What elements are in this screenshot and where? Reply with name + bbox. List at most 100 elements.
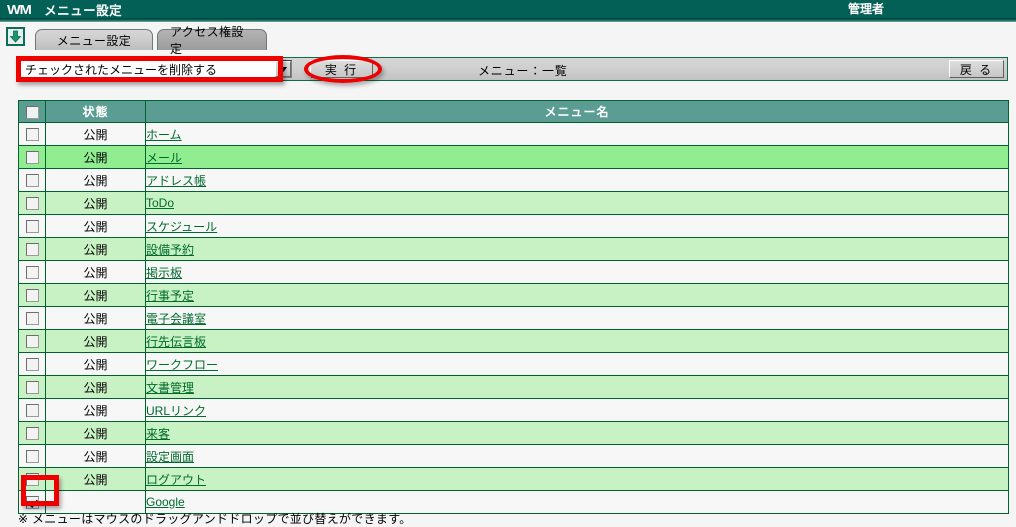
row-menu-name-cell: 文書管理 (145, 375, 1009, 399)
row-state: 公開 (45, 283, 146, 307)
row-menu-name-cell: スケジュール (145, 214, 1009, 238)
bulk-action-select[interactable]: チェックされたメニューを削除する (20, 60, 292, 78)
row-checkbox-cell[interactable] (18, 444, 46, 468)
menu-name-link[interactable]: 設備予約 (146, 243, 194, 257)
row-state: 公開 (45, 237, 146, 261)
menu-name-link[interactable]: 行事予定 (146, 289, 194, 303)
table-row[interactable]: 公開 掲示板 (18, 260, 1009, 284)
bulk-action-select-value: チェックされたメニューを削除する (25, 62, 218, 77)
menu-name-link[interactable]: 掲示板 (146, 266, 182, 280)
select-all-checkbox[interactable] (25, 105, 39, 119)
row-menu-name-cell: ログアウト (145, 467, 1009, 491)
row-checkbox[interactable] (25, 289, 39, 303)
row-menu-name-cell: メール (145, 145, 1009, 169)
menu-name-link[interactable]: スケジュール (146, 220, 217, 234)
row-checkbox-cell[interactable] (18, 191, 46, 215)
table-row[interactable]: 公開 アドレス帳 (18, 168, 1009, 192)
menu-name-link[interactable]: 文書管理 (146, 381, 194, 395)
row-checkbox-cell[interactable] (18, 467, 46, 491)
row-checkbox-cell[interactable] (18, 329, 46, 353)
row-checkbox-cell[interactable] (18, 398, 46, 422)
table-row[interactable]: 公開 行先伝言板 (18, 329, 1009, 353)
table-row[interactable]: 公開 電子会議室 (18, 306, 1009, 330)
row-checkbox-cell[interactable] (18, 283, 46, 307)
row-checkbox[interactable] (25, 473, 39, 487)
row-checkbox[interactable] (25, 151, 39, 165)
row-checkbox-cell[interactable] (18, 375, 46, 399)
table-row[interactable]: 公開 ToDo (18, 191, 1009, 215)
row-checkbox-cell[interactable] (18, 237, 46, 261)
row-state: 公開 (45, 145, 146, 169)
table-row[interactable]: 公開 設定画面 (18, 444, 1009, 468)
row-checkbox[interactable] (25, 381, 39, 395)
table-row[interactable]: 公開 ログアウト (18, 467, 1009, 491)
row-checkbox[interactable] (25, 358, 39, 372)
menu-name-link[interactable]: アドレス帳 (146, 174, 206, 188)
menu-name-link[interactable]: 設定画面 (146, 450, 194, 464)
wm-logo: WM (7, 1, 32, 17)
row-menu-name-cell: ToDo (145, 191, 1009, 215)
row-checkbox-cell[interactable] (18, 421, 46, 445)
row-checkbox[interactable] (25, 404, 39, 418)
execute-button-label: 実 行 (324, 62, 359, 77)
collapse-panel-button[interactable] (6, 27, 25, 46)
column-header-select-all[interactable] (18, 100, 46, 123)
menu-name-link[interactable]: Google (146, 495, 185, 509)
back-button[interactable]: 戻 る (949, 60, 1004, 78)
row-checkbox[interactable] (25, 266, 39, 280)
table-row[interactable]: 公開 ホーム (18, 122, 1009, 146)
row-menu-name-cell: 行事予定 (145, 283, 1009, 307)
row-checkbox[interactable] (25, 450, 39, 464)
table-row[interactable]: 公開 行事予定 (18, 283, 1009, 307)
menu-name-link[interactable]: URLリンク (146, 404, 206, 418)
row-state: 公開 (45, 375, 146, 399)
table-row[interactable]: 公開 文書管理 (18, 375, 1009, 399)
table-row[interactable]: 公開 来客 (18, 421, 1009, 445)
row-menu-name-cell: ホーム (145, 122, 1009, 146)
row-state: 公開 (45, 467, 146, 491)
menu-name-link[interactable]: 電子会議室 (146, 312, 206, 326)
table-row[interactable]: 公開 設備予約 (18, 237, 1009, 261)
row-checkbox-cell[interactable] (18, 168, 46, 192)
chevron-down-icon[interactable] (275, 61, 291, 77)
row-checkbox-cell[interactable] (18, 352, 46, 376)
menu-name-link[interactable]: メール (146, 151, 182, 165)
table-row[interactable]: 公開 メール (18, 145, 1009, 169)
row-checkbox[interactable] (25, 128, 39, 142)
menu-name-link[interactable]: 来客 (146, 427, 170, 441)
table-row[interactable]: 公開 ワークフロー (18, 352, 1009, 376)
tab-access-rights[interactable]: アクセス権設定 (157, 25, 267, 56)
menu-name-link[interactable]: ワークフロー (146, 358, 218, 372)
row-checkbox[interactable] (25, 174, 39, 188)
row-checkbox[interactable] (25, 243, 39, 257)
column-header-state: 状態 (45, 100, 146, 123)
row-menu-name-cell: 電子会議室 (145, 306, 1009, 330)
row-checkbox[interactable] (25, 496, 39, 510)
row-state: 公開 (45, 214, 146, 238)
menu-name-link[interactable]: ホーム (146, 128, 182, 142)
row-checkbox[interactable] (25, 312, 39, 326)
tab-menu-settings-label: メニュー設定 (56, 33, 132, 48)
row-checkbox[interactable] (25, 427, 39, 441)
row-checkbox[interactable] (25, 197, 39, 211)
row-checkbox-cell[interactable] (18, 145, 46, 169)
row-checkbox-cell[interactable] (18, 214, 46, 238)
menu-name-link[interactable]: ログアウト (146, 473, 206, 487)
window-title-bar: WM メニュー設定 管理者 (0, 0, 1016, 18)
row-checkbox-cell[interactable] (18, 306, 46, 330)
execute-button[interactable]: 実 行 (310, 60, 373, 78)
table-row[interactable]: 公開 URLリンク (18, 398, 1009, 422)
row-checkbox[interactable] (25, 335, 39, 349)
row-state: 公開 (45, 306, 146, 330)
row-checkbox-cell[interactable] (18, 122, 46, 146)
table-row[interactable]: 公開 スケジュール (18, 214, 1009, 238)
row-checkbox[interactable] (25, 220, 39, 234)
column-header-menu-name: メニュー名 (145, 100, 1009, 123)
row-checkbox-cell[interactable] (18, 260, 46, 284)
tab-menu-settings[interactable]: メニュー設定 (35, 29, 153, 50)
back-button-label: 戻 る (959, 62, 994, 77)
menu-name-link[interactable]: 行先伝言板 (146, 335, 206, 349)
menu-name-link[interactable]: ToDo (146, 196, 174, 210)
menu-list-container: 状態 メニュー名 公開 ホーム 公開 メール 公開 アドレス帳 公開 ToDo 公開 スケジュール… (18, 100, 1009, 514)
row-menu-name-cell: 設備予約 (145, 237, 1009, 261)
